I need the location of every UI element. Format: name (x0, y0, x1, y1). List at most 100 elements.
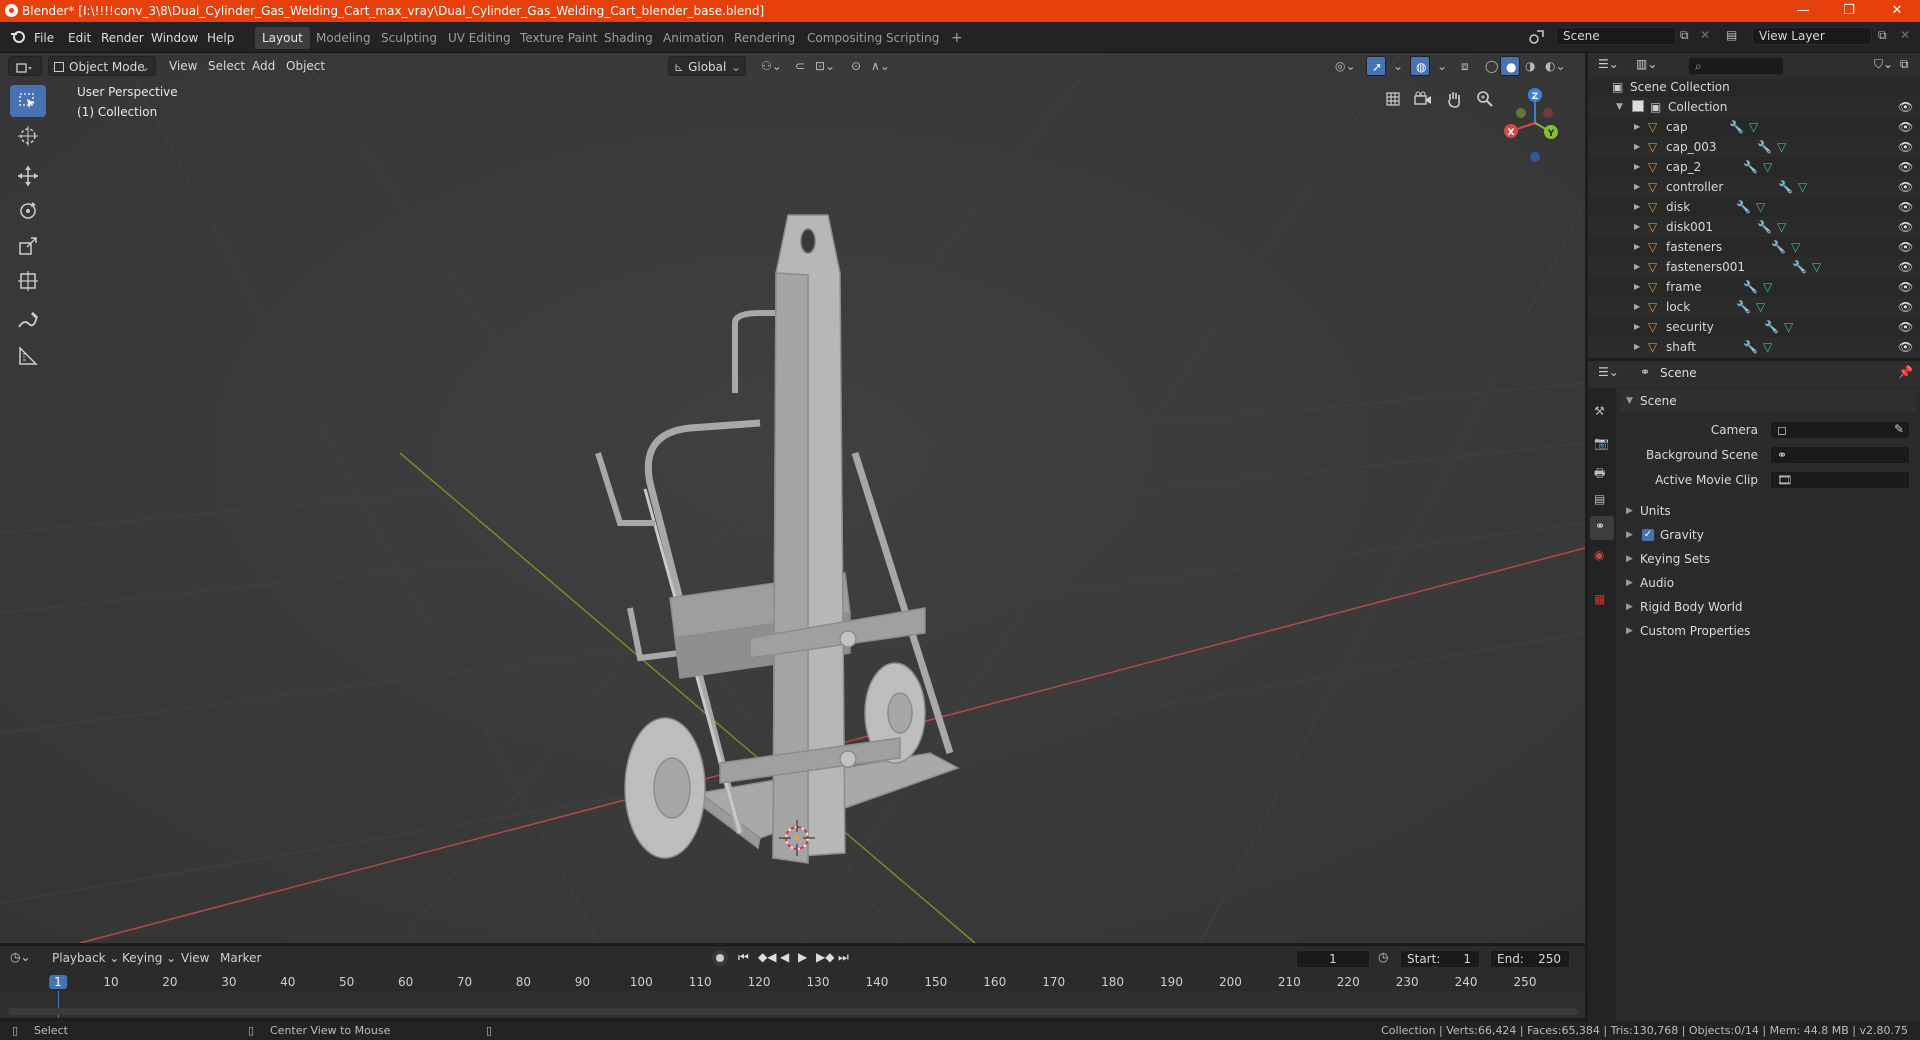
xray-icon[interactable]: ⧈ (1456, 56, 1474, 76)
output-tab-icon[interactable]: 🖶 (1594, 464, 1605, 485)
marker-menu[interactable]: Marker (220, 951, 261, 965)
outliner-search-input[interactable]: ⌕ (1688, 57, 1784, 75)
snap-target-icon[interactable]: ⊡⌄ (810, 56, 840, 76)
rigid-body-world-panel[interactable]: ▶ Rigid Body World (1620, 596, 1916, 618)
mesh-data-icon[interactable]: ▽ (1756, 197, 1765, 217)
eye-icon[interactable]: 👁 (1898, 217, 1913, 237)
record-button[interactable] (712, 950, 728, 966)
mesh-data-icon[interactable]: ▽ (1763, 157, 1772, 177)
scene-tab[interactable]: ⚭ (1590, 516, 1614, 540)
view-layer-icon[interactable]: ▤ (1726, 28, 1737, 42)
rendered-shading-icon[interactable]: ◐⌄ (1540, 56, 1571, 76)
outliner-item[interactable]: ▶ ▽ lock 🔧 ▽ 👁 (1588, 297, 1920, 317)
tab-compositing[interactable]: Compositing (800, 27, 889, 49)
texture-tab-icon[interactable]: ▦ (1594, 592, 1605, 606)
outliner-item[interactable]: ▶ ▽ cap_003 🔧 ▽ 👁 (1588, 137, 1920, 157)
mesh-data-icon[interactable]: ▽ (1756, 297, 1765, 317)
menu-help[interactable]: Help (207, 29, 234, 47)
tab-shading[interactable]: Shading (597, 27, 660, 49)
eye-icon[interactable]: 👁 (1898, 137, 1913, 157)
eye-icon[interactable]: 👁 (1898, 297, 1913, 317)
outliner-item[interactable]: ▶ ▽ controller 🔧 ▽ 👁 (1588, 177, 1920, 197)
eye-icon[interactable]: 👁 (1898, 277, 1913, 297)
modifier-icon[interactable]: 🔧 (1743, 157, 1758, 177)
tab-texture-paint[interactable]: Texture Paint (513, 27, 604, 49)
scene-panel-header[interactable]: ▼ Scene (1620, 390, 1916, 412)
proportional-edit-icon[interactable]: ⊙ (846, 56, 866, 76)
timeline-scrollbar[interactable] (8, 1008, 1578, 1015)
modifier-icon[interactable]: 🔧 (1736, 297, 1751, 317)
new-scene-icon[interactable]: ⧉ (1680, 28, 1689, 43)
solid-shading-icon[interactable]: ● (1500, 56, 1520, 76)
scene-icon[interactable] (1527, 28, 1545, 46)
outliner-item[interactable]: ▶ ▽ frame 🔧 ▽ 👁 (1588, 277, 1920, 297)
measure-tool[interactable] (10, 340, 46, 372)
expand-arrow-icon[interactable]: ▶ (1634, 197, 1640, 217)
custom-properties-panel[interactable]: ▶ Custom Properties (1620, 620, 1916, 642)
modifier-icon[interactable]: 🔧 (1778, 177, 1793, 197)
eye-icon[interactable]: 👁 (1898, 177, 1913, 197)
mesh-data-icon[interactable]: ▽ (1791, 237, 1800, 257)
menu-window[interactable]: Window (151, 29, 198, 47)
audio-panel[interactable]: ▶ Audio (1620, 572, 1916, 594)
maximize-button[interactable]: ❐ (1826, 0, 1872, 22)
tab-sculpting[interactable]: Sculpting (374, 27, 444, 49)
select-box-tool[interactable] (10, 85, 46, 117)
scene-field[interactable]: Scene (1556, 27, 1676, 45)
snap-icon[interactable]: ⊂ (790, 56, 810, 76)
background-scene-field[interactable]: ⚭ (1770, 446, 1910, 464)
mesh-data-icon[interactable]: ▽ (1784, 317, 1793, 337)
outliner-scene-collection[interactable]: ▣ Scene Collection (1588, 77, 1920, 97)
overlay-toggle-icon[interactable]: ◍ (1410, 56, 1430, 76)
new-collection-icon[interactable]: ⧉ (1900, 57, 1909, 72)
gizmo-dropdown-icon[interactable]: ⌄ (1388, 56, 1408, 76)
menu-edit[interactable]: Edit (68, 29, 91, 47)
mesh-data-icon[interactable]: ▽ (1798, 177, 1807, 197)
eye-icon[interactable]: 👁 (1898, 257, 1913, 277)
menu-view[interactable]: View (164, 56, 202, 76)
mesh-data-icon[interactable]: ▽ (1763, 277, 1772, 297)
modifier-icon[interactable]: 🔧 (1757, 137, 1772, 157)
tab-modeling[interactable]: Modeling (309, 27, 378, 49)
expand-arrow-icon[interactable]: ▶ (1634, 257, 1640, 277)
transform-orientation-dropdown[interactable]: ⊾ Global ⌄ (668, 56, 746, 76)
modifier-icon[interactable]: 🔧 (1764, 317, 1779, 337)
eye-icon[interactable]: 👁 (1898, 237, 1913, 257)
view-layer-field[interactable]: View Layer (1752, 27, 1872, 45)
outliner-item[interactable]: ▶ ▽ cap 🔧 ▽ 👁 (1588, 117, 1920, 137)
eye-icon[interactable]: 👁 (1898, 317, 1913, 337)
filter-icon[interactable]: ⛉⌄ (1874, 57, 1893, 72)
outliner-item[interactable]: ▶ ▽ fasteners 🔧 ▽ 👁 (1588, 237, 1920, 257)
current-frame-field[interactable]: 1 (1296, 950, 1370, 968)
keying-menu[interactable]: Keying ⌄ (122, 951, 176, 965)
cursor-tool[interactable] (10, 120, 46, 152)
expand-arrow-icon[interactable]: ▶ (1634, 117, 1640, 137)
mesh-data-icon[interactable]: ▽ (1777, 137, 1786, 157)
collection-checkbox[interactable] (1632, 100, 1644, 112)
menu-select[interactable]: Select (203, 56, 250, 76)
gravity-checkbox[interactable]: ✓ (1642, 529, 1654, 541)
3d-viewport[interactable] (0, 53, 1585, 943)
gizmo-toggle-icon[interactable]: ➚ (1366, 56, 1386, 76)
expand-arrow-icon[interactable]: ▶ (1634, 177, 1640, 197)
toggle-grid-view-icon[interactable] (1380, 86, 1406, 112)
outliner-item[interactable]: ▶ ▽ shaft 🔧 ▽ 👁 (1588, 337, 1920, 357)
overlay-dropdown-icon[interactable]: ⌄ (1432, 56, 1452, 76)
pan-hand-icon[interactable] (1441, 86, 1467, 112)
timeline-editor-type-icon[interactable]: ◷⌄ (10, 950, 31, 964)
editor-type-button[interactable] (8, 56, 42, 76)
prev-keyframe-icon[interactable]: ◆◀ (758, 950, 776, 964)
keying-sets-panel[interactable]: ▶ Keying Sets (1620, 548, 1916, 570)
camera-field[interactable]: ◻ (1770, 421, 1910, 439)
view-layer-tab-icon[interactable]: ▤ (1594, 492, 1605, 506)
modifier-icon[interactable]: 🔧 (1743, 277, 1758, 297)
expand-arrow-icon[interactable]: ▼ (1616, 97, 1623, 117)
rotate-tool[interactable] (10, 195, 46, 227)
jump-start-icon[interactable]: ⏮ (738, 950, 749, 965)
world-tab-icon[interactable]: ◉ (1594, 548, 1604, 562)
next-keyframe-icon[interactable]: ▶◆ (816, 950, 834, 964)
object-mode-dropdown[interactable]: Object Mode ⌄ (48, 56, 156, 76)
tab-uv-editing[interactable]: UV Editing (441, 27, 518, 49)
menu-object[interactable]: Object (281, 56, 330, 76)
expand-arrow-icon[interactable]: ▶ (1634, 137, 1640, 157)
